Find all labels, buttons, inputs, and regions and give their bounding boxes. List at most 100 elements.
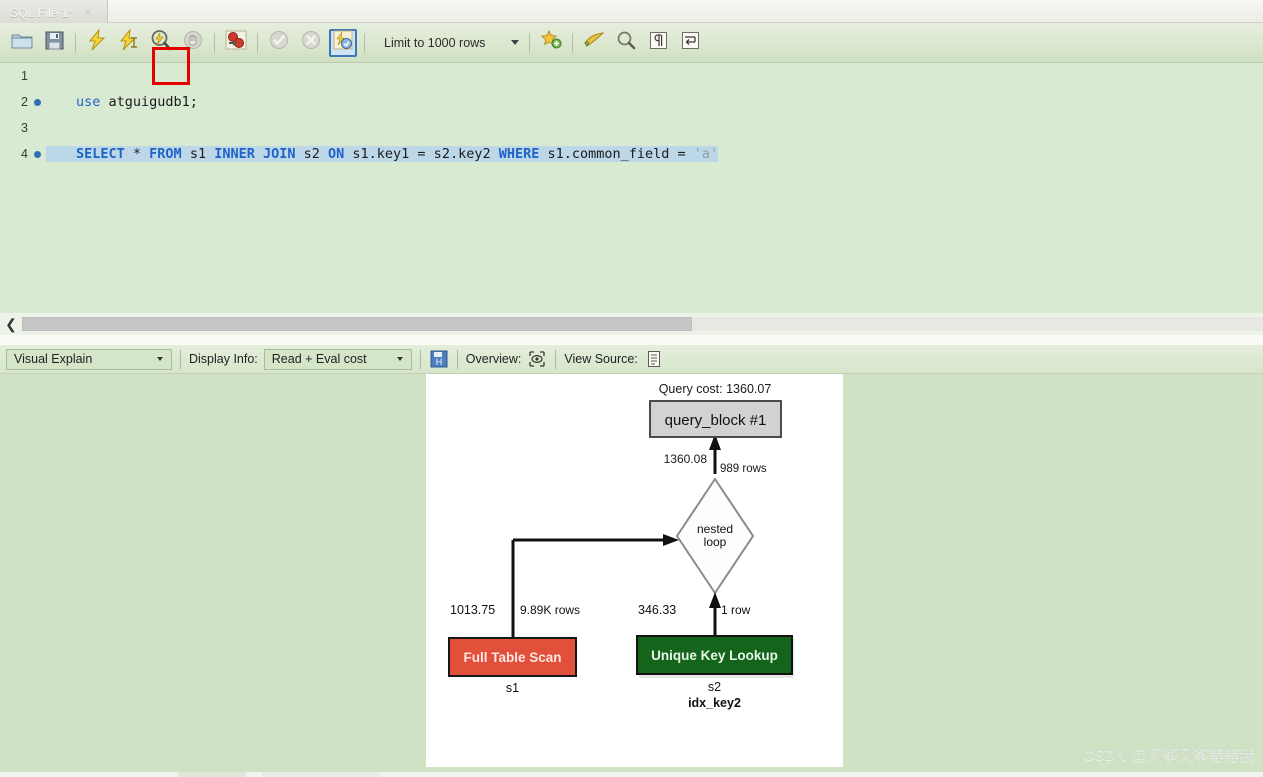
full-table-scan-rows: 9.89K rows [520, 603, 580, 617]
editor-tabstrip: SQL File 1* ✕ [0, 0, 1263, 23]
save-sql-script-button[interactable] [40, 29, 68, 57]
check-circle-icon [269, 30, 289, 55]
toolbar-separator [257, 32, 258, 53]
full-table-scan-title: Full Table Scan [463, 650, 561, 665]
folder-icon [11, 31, 33, 55]
editor-line-2: 2 use atguigudb1; [0, 89, 1263, 115]
chevron-left-icon[interactable]: ❮ [0, 316, 22, 333]
query-cost-label: Query cost: 1360.07 [659, 382, 772, 396]
chevron-down-icon [396, 357, 403, 361]
line-content-selected: SELECT * FROM s1 INNER JOIN s2 ON s1.key… [46, 146, 719, 162]
scrollbar-thumb[interactable] [22, 317, 692, 331]
mysql-workbench-window: SQL File 1* ✕ Limit to 1000 rows 1 2 use… [0, 0, 1263, 777]
explain-statement-button[interactable] [147, 29, 175, 57]
line-number: 4 [21, 147, 28, 161]
visual-explain-canvas[interactable]: Query cost: 1360.07 query_block #1 1360.… [426, 374, 843, 767]
explain-toolbar: Visual Explain Display Info: Read + Eval… [0, 345, 1263, 374]
line-content: use atguigudb1; [76, 94, 198, 110]
display-info-select[interactable]: Read + Eval cost [263, 348, 412, 370]
stop-statement-button[interactable] [179, 29, 207, 57]
sql-editor-toolbar: Limit to 1000 rows [0, 23, 1263, 85]
tab-label: SQL File 1* [10, 6, 74, 20]
save-diagram-button[interactable]: H [429, 349, 449, 369]
overview-eye-icon[interactable] [527, 349, 547, 369]
query-block-label: query_block #1 [665, 412, 767, 429]
display-info-label: Display Info: [189, 352, 258, 366]
editor-line-3: 3 [0, 115, 1263, 141]
pilcrow-icon [649, 31, 668, 55]
join-node-label-line2: loop [704, 535, 727, 549]
unique-key-lookup-cost: 346.33 [638, 603, 676, 617]
execute-statements-button[interactable] [83, 28, 111, 57]
toolbar-separator [75, 32, 76, 53]
star-plus-icon [540, 29, 562, 55]
explain-separator [419, 349, 421, 369]
join-node-label-line1: nested [697, 522, 733, 536]
line-marker[interactable] [28, 146, 46, 162]
document-lines-icon[interactable] [644, 349, 664, 369]
bottom-strip [0, 772, 1263, 777]
chevron-down-icon [157, 357, 163, 361]
execute-current-statement-button[interactable] [115, 28, 143, 57]
autocommit-icon [333, 30, 353, 55]
join-cost-label: 1360.08 [664, 452, 708, 466]
toolbar-separator [529, 32, 530, 53]
unique-key-lookup-title: Unique Key Lookup [651, 648, 778, 663]
stop-on-error-icon [225, 30, 247, 55]
line-number: 1 [21, 69, 28, 83]
watermark: CSDN @风筝风筝等等我 [1082, 747, 1255, 764]
overview-label: Overview: [465, 352, 522, 366]
rollback-transaction-button[interactable] [297, 29, 325, 57]
toolbar-separator [364, 32, 365, 53]
unique-key-lookup-table: s2 [708, 680, 721, 694]
limit-rows-select[interactable]: Limit to 1000 rows [374, 30, 524, 56]
magnifier-lightning-icon [150, 29, 172, 56]
editor-line-1: 1 [0, 63, 1263, 89]
explain-view-value: Visual Explain [14, 352, 93, 366]
limit-rows-label: Limit to 1000 rows [384, 35, 486, 50]
line-number: 3 [21, 121, 28, 135]
line-marker[interactable] [28, 94, 46, 110]
commit-transaction-button[interactable] [265, 29, 293, 57]
unique-key-lookup-index: idx_key2 [688, 696, 741, 710]
search-icon [616, 30, 636, 55]
toolbar-separator [572, 32, 573, 53]
toolbar-separator [214, 32, 215, 53]
explain-diagram: Query cost: 1360.07 query_block #1 1360.… [448, 382, 794, 710]
editor-horizontal-scrollbar[interactable]: ❮ [0, 313, 1263, 335]
view-source-label: View Source: [564, 352, 638, 366]
display-info-value: Read + Eval cost [271, 352, 367, 366]
toggle-autocommit-button[interactable] [329, 28, 357, 57]
lightning-cursor-icon [119, 28, 139, 56]
explain-separator [456, 349, 458, 369]
toggle-word-wrap-button[interactable] [676, 29, 704, 57]
toggle-snippets-button[interactable] [537, 29, 565, 57]
unique-key-lookup-rows: 1 row [721, 603, 751, 617]
open-sql-script-button[interactable] [8, 29, 36, 57]
explain-view-select[interactable]: Visual Explain [6, 348, 172, 370]
tab-sql-file-1[interactable]: SQL File 1* ✕ [0, 0, 108, 23]
full-table-scan-cost: 1013.75 [450, 603, 495, 617]
arrowhead-join-bottom [709, 592, 721, 608]
explain-separator [555, 349, 557, 369]
toggle-invisible-chars-button[interactable] [644, 29, 672, 57]
explain-separator [180, 349, 181, 369]
bottom-strip-segment [262, 772, 380, 777]
toggle-stop-on-error-button[interactable] [222, 29, 250, 57]
brush-icon [583, 31, 605, 54]
chevron-down-icon [511, 40, 520, 45]
bottom-strip-segment [178, 772, 246, 777]
full-table-scan-table: s1 [506, 681, 519, 695]
wrap-icon [681, 31, 700, 55]
scrollbar-track[interactable] [692, 317, 1263, 331]
floppy-disk-icon [45, 31, 64, 55]
stop-hand-icon [183, 30, 203, 55]
lightning-icon [87, 28, 107, 56]
beautify-query-button[interactable] [580, 29, 608, 57]
visual-explain-panel: Query cost: 1360.07 query_block #1 1360.… [0, 374, 1263, 777]
find-panel-button[interactable] [612, 29, 640, 57]
sql-editor[interactable]: 1 2 use atguigudb1; 3 4 SELECT * FROM s1… [0, 63, 1263, 313]
svg-text:H: H [436, 357, 443, 367]
join-rows-label: 989 rows [720, 463, 767, 475]
close-icon[interactable]: ✕ [83, 7, 92, 19]
